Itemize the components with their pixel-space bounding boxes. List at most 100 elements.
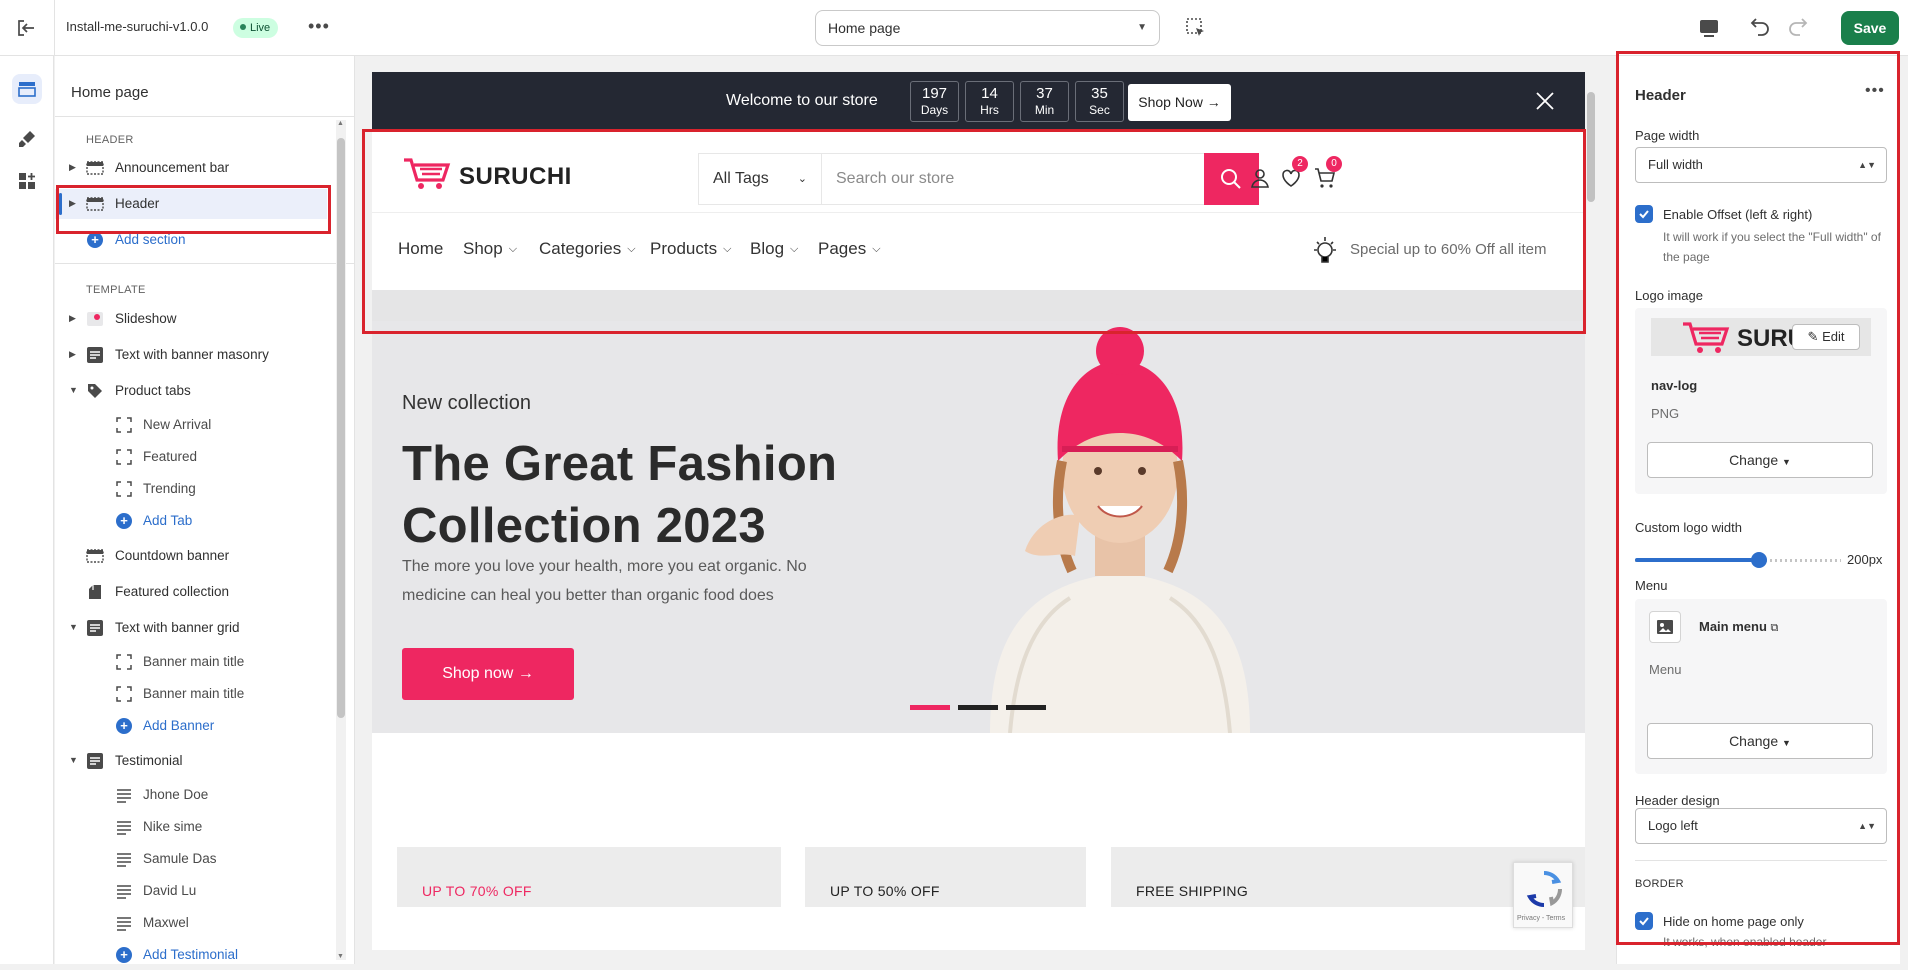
scroll-down-icon[interactable]: ▼ [337, 953, 344, 960]
editor-rail [0, 56, 54, 964]
live-status-badge: Live [233, 18, 279, 38]
section-label: Featured collection [115, 584, 230, 599]
block-testimonial-item[interactable]: Samule Das [55, 844, 327, 874]
expand-icon[interactable]: ▶ [69, 313, 76, 324]
block-icon [116, 686, 132, 702]
feature-banner[interactable]: UP TO 70% OFF [397, 847, 781, 907]
announcement-text: Welcome to our store [726, 92, 878, 109]
sidebar-title: Home page [71, 84, 149, 101]
shop-now-button[interactable]: Shop Now → [1128, 84, 1231, 121]
announcement-bar[interactable]: Welcome to our store 197 Days 14 Hrs 37 Min… [372, 72, 1585, 130]
settings-scrollbar[interactable] [1900, 56, 1908, 964]
block-banner-main-title[interactable]: Banner main title [55, 679, 327, 709]
block-new-arrival[interactable]: New Arrival [55, 410, 327, 440]
collapse-icon[interactable]: ▼ [69, 622, 78, 632]
desktop-view-icon[interactable] [1697, 16, 1721, 40]
theme-settings-tab[interactable] [12, 124, 42, 154]
hero-slideshow[interactable]: New collection The Great Fashion Collect… [372, 321, 1585, 733]
highlight-box [1616, 51, 1900, 945]
add-block-label: Add Testimonial [143, 947, 239, 962]
status-label: Live [250, 22, 271, 34]
more-actions-icon[interactable]: ••• [308, 16, 330, 37]
button-label: Shop now [442, 665, 514, 682]
apps-icon [19, 173, 35, 189]
page-selector[interactable]: Home page ▼ [815, 10, 1160, 46]
preview-scrollbar[interactable] [1585, 72, 1597, 950]
block-trending[interactable]: Trending [55, 474, 327, 504]
scroll-up-icon[interactable]: ▲ [337, 120, 344, 127]
slide-dot[interactable] [958, 705, 998, 710]
slide-dot-active[interactable] [910, 705, 950, 710]
block-testimonial-item[interactable]: David Lu [55, 876, 327, 906]
text-lines-icon [117, 853, 131, 867]
inspector-icon[interactable] [1184, 16, 1208, 40]
collapse-icon[interactable]: ▼ [69, 385, 78, 395]
block-label: Nike sime [143, 819, 203, 834]
add-tab-button[interactable]: + Add Tab [55, 506, 327, 536]
arrow-right-icon: → [517, 665, 534, 682]
block-label: New Arrival [143, 417, 212, 432]
add-banner-button[interactable]: + Add Banner [55, 711, 327, 741]
scrollbar-thumb[interactable] [1587, 92, 1595, 202]
block-featured[interactable]: Featured [55, 442, 327, 472]
block-icon [116, 481, 132, 497]
sidebar-scrollbar[interactable]: ▲ ▼ [336, 120, 346, 960]
expand-icon[interactable]: ▶ [69, 162, 76, 173]
collapse-icon[interactable]: ▼ [69, 755, 78, 765]
section-featured-collection[interactable]: Featured collection [55, 577, 327, 607]
block-icon [116, 417, 132, 433]
countdown-unit: Days [920, 103, 949, 117]
hero-title: The Great Fashion Collection 2023 [402, 437, 838, 553]
expand-icon[interactable]: ▶ [69, 349, 76, 360]
app-embeds-tab[interactable] [12, 166, 42, 196]
scrollbar-thumb[interactable] [337, 138, 345, 718]
block-testimonial-item[interactable]: Nike sime [55, 812, 327, 842]
sections-icon [18, 82, 36, 97]
arrow-right-icon: → [1206, 94, 1221, 110]
recaptcha-links[interactable]: Privacy - Terms [1517, 915, 1565, 922]
exit-icon[interactable] [14, 16, 38, 40]
section-text-with-banner-masonry[interactable]: ▶ Text with banner masonry [55, 340, 327, 370]
undo-icon[interactable] [1748, 14, 1772, 38]
divider [55, 263, 355, 264]
hero-shop-now-button[interactable]: Shop now → [402, 648, 574, 700]
countdown-unit: Hrs [980, 103, 999, 117]
text-lines-icon [117, 917, 131, 931]
hero-kicker: New collection [402, 392, 531, 414]
countdown-seconds: 35 Sec [1075, 81, 1124, 122]
add-testimonial-button[interactable]: + Add Testimonial [55, 940, 327, 970]
feature-banner[interactable]: UP TO 50% OFF [805, 847, 1086, 907]
block-testimonial-item[interactable]: Maxwel [55, 908, 327, 938]
block-label: Samule Das [143, 851, 217, 866]
text-block-icon [87, 620, 103, 636]
tag-icon [88, 384, 102, 398]
slide-dot[interactable] [1006, 705, 1046, 710]
section-countdown-banner[interactable]: Countdown banner [55, 541, 327, 571]
section-text-with-banner-grid[interactable]: ▼ Text with banner grid [55, 613, 327, 643]
add-circle-icon: + [115, 717, 133, 735]
text-block-icon [87, 347, 103, 363]
section-label: Slideshow [115, 311, 177, 326]
countdown-unit: Sec [1089, 103, 1110, 117]
redo-icon[interactable] [1786, 14, 1810, 38]
section-announcement-bar[interactable]: ▶ Announcement bar [55, 153, 327, 183]
button-label: Shop Now [1138, 94, 1203, 110]
section-label: Text with banner grid [115, 620, 240, 635]
section-product-tabs[interactable]: ▼ Product tabs [55, 376, 327, 406]
section-label: Countdown banner [115, 548, 230, 563]
section-slideshow[interactable]: ▶ Slideshow [55, 304, 327, 334]
close-icon[interactable] [1535, 91, 1555, 111]
sections-tab[interactable] [12, 74, 42, 104]
countdown-hours: 14 Hrs [965, 81, 1014, 122]
recaptcha-badge[interactable]: Privacy - Terms [1513, 862, 1573, 928]
section-testimonial[interactable]: ▼ Testimonial [55, 746, 327, 776]
block-icon [116, 449, 132, 465]
countdown-minutes: 37 Min [1020, 81, 1069, 122]
countdown-value: 37 [1036, 85, 1053, 102]
save-button[interactable]: Save [1841, 11, 1899, 45]
countdown-section-icon [86, 549, 104, 563]
block-testimonial-item[interactable]: Jhone Doe [55, 780, 327, 810]
add-block-label: Add Tab [143, 513, 193, 528]
block-banner-main-title[interactable]: Banner main title [55, 647, 327, 677]
feature-label: UP TO 50% OFF [830, 883, 940, 899]
